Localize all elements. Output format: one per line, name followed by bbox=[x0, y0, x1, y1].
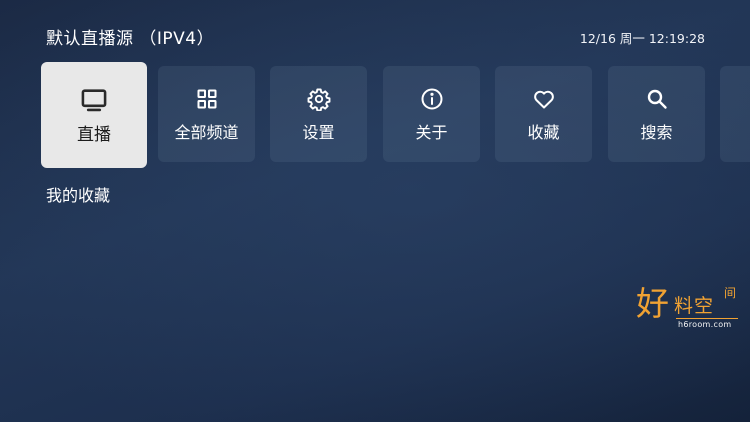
grid-icon bbox=[193, 85, 221, 113]
menu-item-label: 直播 bbox=[77, 124, 111, 145]
search-icon bbox=[643, 85, 671, 113]
favorites-section-title: 我的收藏 bbox=[46, 186, 111, 205]
tv-icon bbox=[80, 86, 108, 114]
menu-item-label: 设置 bbox=[302, 123, 335, 142]
menu-item-search[interactable]: 搜索 bbox=[608, 66, 705, 162]
menu-item-label: 关于 bbox=[415, 123, 448, 142]
menu-item-live[interactable]: 直播 bbox=[41, 62, 147, 168]
menu-item-settings[interactable]: 设置 bbox=[270, 66, 367, 162]
watermark-text: 料空 bbox=[674, 295, 715, 317]
clock: 12/16 周一 12:19:28 bbox=[579, 31, 705, 46]
watermark-small-char: 间 bbox=[724, 286, 737, 300]
heart-icon bbox=[530, 85, 558, 113]
watermark-logo: 好 料空 间 h6room.com bbox=[636, 286, 740, 334]
menu-item-label: 搜索 bbox=[640, 123, 673, 142]
menu-item-about[interactable]: 关于 bbox=[383, 66, 480, 162]
menu-item-label: 全部频道 bbox=[174, 123, 239, 142]
menu-item-label: 收藏 bbox=[527, 123, 560, 142]
watermark-char: 好 bbox=[636, 284, 669, 323]
menu-item-all-channels[interactable]: 全部频道 bbox=[158, 66, 255, 162]
watermark-url: h6room.com bbox=[678, 320, 732, 329]
watermark-underline bbox=[676, 318, 738, 319]
info-icon bbox=[418, 85, 446, 113]
gear-icon bbox=[305, 85, 333, 113]
menu-item-favorites[interactable]: 收藏 bbox=[495, 66, 592, 162]
main-menu: 直播 全部频道 设置 关于 收藏 搜索 bbox=[41, 62, 750, 168]
menu-item-more[interactable]: 多 bbox=[720, 66, 750, 162]
source-title[interactable]: 默认直播源 （IPV4） bbox=[46, 24, 214, 49]
